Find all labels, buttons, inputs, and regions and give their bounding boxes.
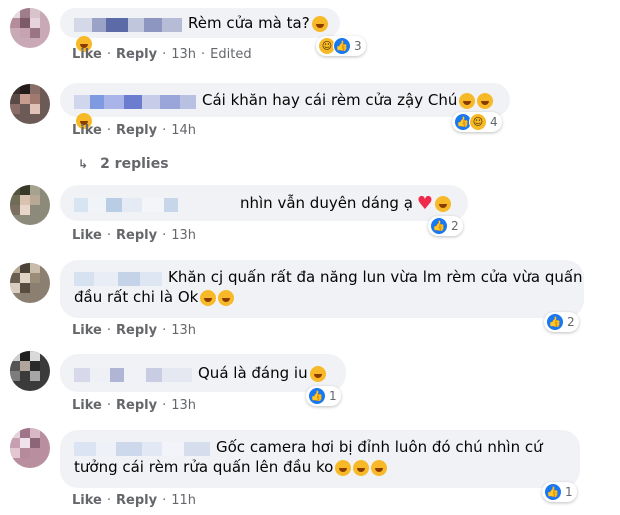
reply-link[interactable]: Reply [116,398,157,413]
reply-link[interactable]: Reply [116,323,157,338]
avatar[interactable] [10,8,50,48]
replies-count: 2 replies [100,156,169,172]
comment-bubble: Cái khăn hay cái rèm cửa zậy Chú [60,83,510,129]
laughing-emoji-icon [477,92,494,109]
comment-1: Rèm cửa mà ta? ☺ 👍 3 Like · Reply · 13h · Edited [0,0,620,75]
avatar[interactable] [10,351,50,391]
like-link[interactable]: Like [72,398,102,413]
avatar[interactable] [10,84,50,124]
avatar[interactable] [10,185,50,225]
reaction-count: 3 [354,39,362,53]
comment-bubble: nhìn vẫn duyên dáng ạ ♥ [60,185,468,221]
reply-link[interactable]: Reply [116,493,157,508]
reaction-summary[interactable]: 👍 1 [542,482,577,502]
comment-text-line2: tưởng cái rèm rửa quấn lên đầu ko [74,458,334,476]
reaction-summary[interactable]: 👍 1 [306,386,341,406]
comment-2: Cái khăn hay cái rèm cửa zậy Chú 👍 ☺ 4 Lik… [0,78,620,148]
reaction-summary[interactable]: 👍 2 [428,216,463,236]
comment-3: nhìn vẫn duyên dáng ạ ♥ 👍 2 Like · Reply · 13h [0,180,620,250]
timestamp[interactable]: 13h [171,228,196,243]
comment-text: Cái khăn hay cái rèm cửa zậy Chú [202,91,458,109]
comment-actions: Like · Reply · 11h [72,493,196,508]
like-link[interactable]: Like [72,493,102,508]
smiling-hearts-emoji-icon [309,365,326,382]
avatar[interactable] [10,263,50,303]
reaction-count: 2 [451,219,459,233]
red-heart-emoji-icon: ♥ [416,192,434,214]
reaction-count: 4 [490,115,498,129]
reply-link[interactable]: Reply [116,123,157,138]
reaction-count: 1 [329,389,337,403]
like-reaction-icon: 👍 [544,483,562,501]
comment-4: Khăn cj quấn rất đa năng lun vừa lm rèm … [0,258,620,348]
comment-actions: Like · Reply · 13h [72,228,196,243]
like-reaction-icon: 👍 [333,37,351,55]
timestamp[interactable]: 14h [171,123,196,138]
reply-arrow-icon: ↳ [78,157,89,171]
laughing-emoji-icon [218,289,235,306]
timestamp[interactable]: 13h [171,398,196,413]
comment-text: Quá là đáng iu [198,364,308,382]
comment-text-line1: Gốc camera hơi bị đỉnh luôn đó chú nhìn … [216,438,543,456]
like-link[interactable]: Like [72,47,102,62]
comment-text: Rèm cửa mà ta? [188,14,310,32]
laughing-emoji-icon [371,459,388,476]
comment-actions: Like · Reply · 13h [72,323,196,338]
like-link[interactable]: Like [72,123,102,138]
author-name-blurred[interactable] [74,94,196,109]
laughing-emoji-icon [459,92,476,109]
comment-6: Gốc camera hơi bị đỉnh luôn đó chú nhìn … [0,425,620,515]
author-name-blurred[interactable] [74,197,234,212]
reaction-summary[interactable]: ☺ 👍 3 [316,36,366,56]
laughing-emoji-icon [435,195,452,212]
like-reaction-icon: 👍 [430,217,448,235]
timestamp[interactable]: 13h [171,323,196,338]
avatar[interactable] [10,428,50,468]
reaction-count: 2 [567,315,575,329]
view-replies-link[interactable]: ↳ 2 replies [78,156,169,172]
author-name-blurred[interactable] [74,367,192,382]
comment-text: nhìn vẫn duyên dáng ạ [240,194,413,212]
reply-link[interactable]: Reply [116,47,157,62]
laughing-emoji-icon [311,15,328,32]
edited-label[interactable]: Edited [210,47,251,62]
author-name-blurred[interactable] [74,17,182,32]
like-reaction-icon: 👍 [546,313,564,331]
comment-bubble: Quá là đáng iu [60,354,346,392]
timestamp[interactable]: 11h [171,493,196,508]
laughing-emoji-icon [353,459,370,476]
comment-actions: Like · Reply · 14h [72,123,196,138]
comment-text-line1: Khăn cj quấn rất đa năng lun vừa lm rèm … [168,268,583,286]
reply-link[interactable]: Reply [116,228,157,243]
reaction-summary[interactable]: 👍 ☺ 4 [452,112,502,132]
reaction-summary[interactable]: 👍 2 [544,312,579,332]
author-name-blurred[interactable] [74,441,210,456]
haha-reaction-icon: ☺ [469,113,487,131]
author-name-blurred[interactable] [74,271,162,286]
comment-actions: Like · Reply · 13h · Edited [72,47,252,62]
like-link[interactable]: Like [72,323,102,338]
comment-bubble: Gốc camera hơi bị đỉnh luôn đó chú nhìn … [60,430,580,488]
reaction-count: 1 [565,485,573,499]
comment-5: Quá là đáng iu 👍 1 Like · Reply · 13h [0,348,620,423]
like-link[interactable]: Like [72,228,102,243]
laughing-emoji-icon [200,289,217,306]
like-reaction-icon: 👍 [308,387,326,405]
comment-bubble: Khăn cj quấn rất đa năng lun vừa lm rèm … [60,260,584,318]
comment-bubble: Rèm cửa mà ta? [60,8,340,52]
laughing-emoji-icon [335,459,352,476]
timestamp[interactable]: 13h [171,47,196,62]
comment-text-line2: đầu rất chi là Ok [74,288,199,306]
comment-actions: Like · Reply · 13h [72,398,196,413]
